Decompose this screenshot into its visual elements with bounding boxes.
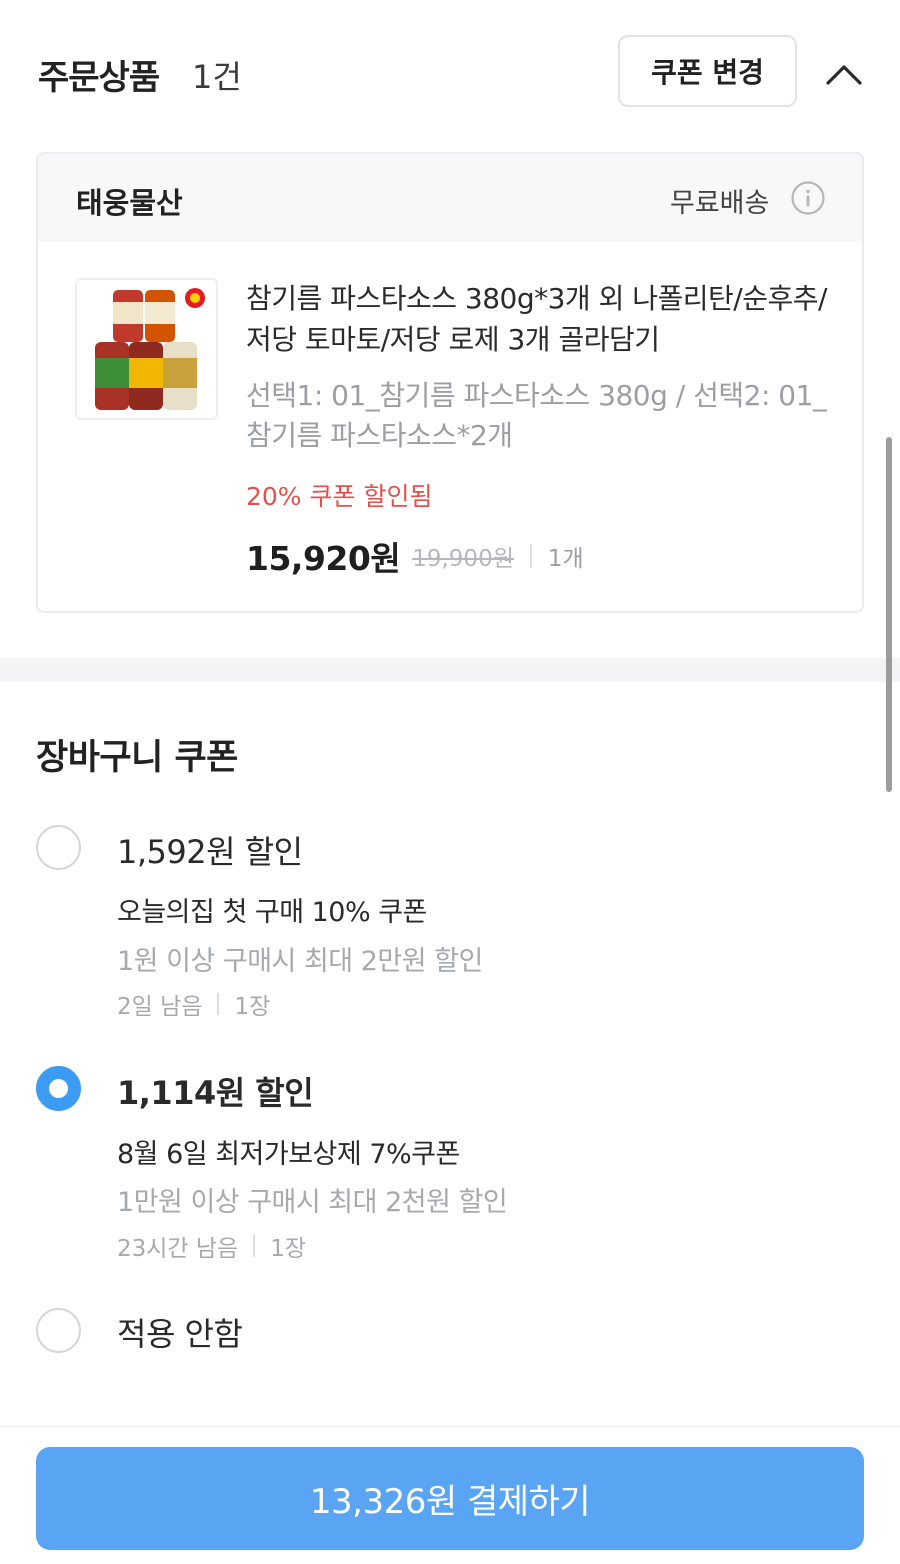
quantity: 1개 <box>547 546 584 572</box>
scrollbar[interactable] <box>886 437 892 792</box>
info-icon[interactable] <box>790 180 826 216</box>
sale-price: 15,920원 <box>246 539 401 578</box>
coupon-count: 1장 <box>234 994 271 1020</box>
coupon-remaining: 23시간 남음 <box>117 1236 239 1262</box>
coupon-count: 1장 <box>270 1236 307 1262</box>
seller-header: 태웅물산 무료배송 <box>38 154 862 242</box>
pay-button[interactable]: 13,326원 결제하기 <box>36 1447 864 1550</box>
section-divider <box>0 658 900 682</box>
divider <box>253 1235 256 1257</box>
radio-button-selected[interactable] <box>36 1066 81 1111</box>
seller-name: 태웅물산 <box>76 186 183 220</box>
coupon-name: 오늘의집 첫 구매 10% 쿠폰 <box>117 897 427 928</box>
order-header: 주문상품 1건 쿠폰 변경 <box>0 0 900 140</box>
no-coupon-label: 적용 안함 <box>117 1315 243 1353</box>
coupon-meta: 23시간 남음 1장 <box>117 1229 306 1263</box>
coupon-name: 8월 6일 최저가보상제 7%쿠폰 <box>117 1139 460 1170</box>
coupon-remaining: 2일 남음 <box>117 994 203 1020</box>
coupon-change-button[interactable]: 쿠폰 변경 <box>618 35 797 107</box>
footer-divider <box>0 1426 900 1427</box>
discount-note: 20% 쿠폰 할인됨 <box>246 482 433 511</box>
product-option: 선택1: 01_참기름 파스타소스 380g / 선택2: 01_참기름 파스타… <box>246 379 827 452</box>
coupon-page: 주문상품 1건 쿠폰 변경 태웅물산 무료배송 참기름 파스타소스 380g*3… <box>0 0 900 1564</box>
coupon-condition: 1만원 이상 구매시 최대 2천원 할인 <box>117 1187 508 1218</box>
coupon-amount: 1,114원 할인 <box>117 1074 314 1112</box>
price-row: 15,920원 19,900원 1개 <box>246 534 584 578</box>
coupon-condition: 1원 이상 구매시 최대 2만원 할인 <box>117 946 483 977</box>
order-count: 1건 <box>192 58 242 96</box>
original-price: 19,900원 <box>412 546 514 572</box>
shipping-label: 무료배송 <box>670 188 770 219</box>
product-name[interactable]: 참기름 파스타소스 380g*3개 외 나폴리탄/순후추/저당 토마토/저당 로… <box>246 278 846 360</box>
coupon-amount: 1,592원 할인 <box>117 833 303 871</box>
cart-coupon-title: 장바구니 쿠폰 <box>36 738 238 778</box>
divider <box>529 544 532 568</box>
chevron-up-icon[interactable] <box>822 55 866 93</box>
seller-card: 태웅물산 무료배송 참기름 파스타소스 380g*3개 외 나폴리탄/순후추/저… <box>36 152 864 613</box>
divider <box>217 993 220 1015</box>
radio-button[interactable] <box>36 1308 81 1353</box>
product-thumbnail[interactable] <box>75 278 218 420</box>
coupon-meta: 2일 남음 1장 <box>117 987 270 1021</box>
radio-button[interactable] <box>36 825 81 870</box>
order-title: 주문상품 <box>38 58 160 98</box>
